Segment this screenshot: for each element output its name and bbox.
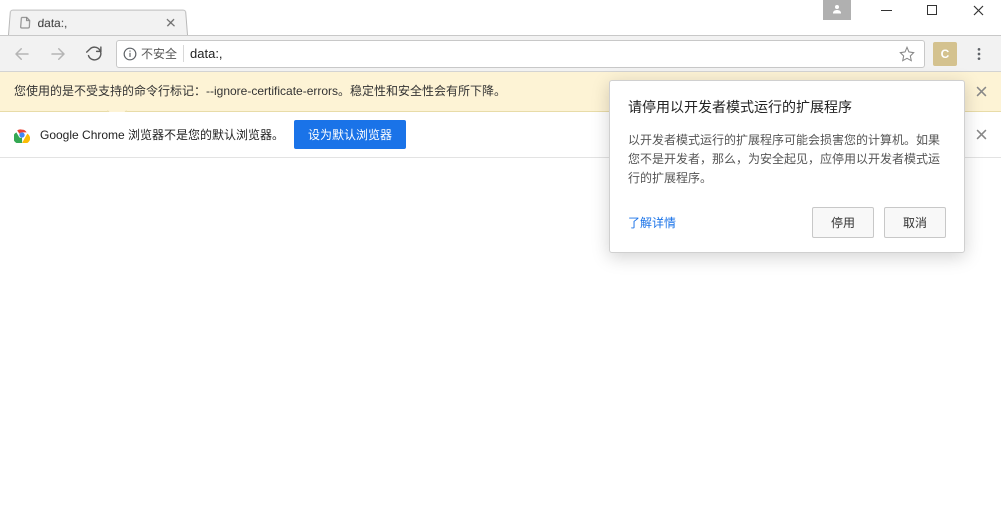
arrow-right-icon <box>49 45 67 63</box>
maximize-icon <box>927 5 938 16</box>
browser-menu-button[interactable] <box>965 40 993 68</box>
popover-title: 请停用以开发者模式运行的扩展程序 <box>628 97 946 117</box>
set-default-browser-button[interactable]: 设为默认浏览器 <box>294 120 406 149</box>
star-icon <box>899 46 915 62</box>
dev-mode-extension-popover: 请停用以开发者模式运行的扩展程序 以开发者模式运行的扩展程序可能会损害您的计算机… <box>609 80 965 253</box>
close-icon <box>973 5 984 16</box>
new-tab-button[interactable] <box>194 14 218 32</box>
forward-button[interactable] <box>44 40 72 68</box>
cancel-button[interactable]: 取消 <box>884 207 946 238</box>
browser-tab[interactable]: data:, <box>8 10 188 35</box>
person-icon <box>831 3 843 15</box>
chrome-logo-icon <box>14 127 30 143</box>
arrow-left-icon <box>13 45 31 63</box>
security-label: 不安全 <box>141 45 177 62</box>
window-close-button[interactable] <box>955 0 1001 20</box>
warning-text: 您使用的是不受支持的命令行标记：--ignore-certificate-err… <box>14 84 506 98</box>
disable-extensions-button[interactable]: 停用 <box>812 207 874 238</box>
close-icon <box>976 86 987 97</box>
default-browser-text: Google Chrome 浏览器不是您的默认浏览器。 <box>40 126 284 143</box>
page-favicon-icon <box>17 16 32 30</box>
security-chip[interactable]: 不安全 <box>123 45 184 62</box>
default-browser-close-button[interactable] <box>971 125 991 145</box>
browser-toolbar: 不安全 C <box>0 36 1001 72</box>
popover-body: 以开发者模式运行的扩展程序可能会损害您的计算机。如果您不是开发者，那么，为安全起… <box>628 131 946 189</box>
bookmark-star-button[interactable] <box>896 43 918 65</box>
extension-badge-letter: C <box>941 47 950 61</box>
url-input[interactable] <box>190 46 890 61</box>
window-maximize-button[interactable] <box>909 0 955 20</box>
learn-more-link[interactable]: 了解详情 <box>628 214 676 231</box>
extension-badge[interactable]: C <box>933 42 957 66</box>
address-bar[interactable]: 不安全 <box>116 40 925 68</box>
info-icon <box>123 47 137 61</box>
close-icon <box>165 18 174 27</box>
user-profile-badge[interactable] <box>823 0 851 20</box>
reload-button[interactable] <box>80 40 108 68</box>
warning-bar-close-button[interactable] <box>971 82 991 102</box>
back-button[interactable] <box>8 40 36 68</box>
tab-close-button[interactable] <box>162 15 179 31</box>
minimize-icon <box>881 5 892 16</box>
window-minimize-button[interactable] <box>863 0 909 20</box>
close-icon <box>976 129 987 140</box>
dots-vertical-icon <box>971 46 987 62</box>
tab-title: data:, <box>37 16 156 30</box>
reload-icon <box>86 45 103 62</box>
popover-footer: 了解详情 停用 取消 <box>628 207 946 238</box>
